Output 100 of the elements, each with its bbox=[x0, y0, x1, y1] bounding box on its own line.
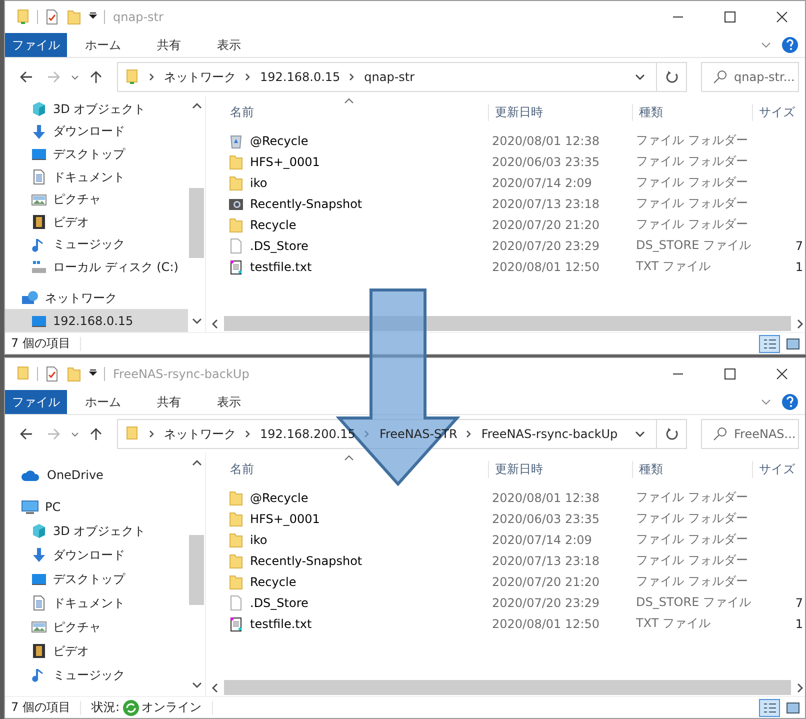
nav-item[interactable]: ビデオ bbox=[5, 639, 188, 663]
file-name[interactable]: testfile.txt bbox=[228, 258, 488, 274]
film-icon bbox=[31, 214, 47, 230]
sort-caret-icon bbox=[344, 455, 354, 461]
nav-item[interactable]: ビデオ bbox=[5, 210, 188, 234]
nav-item[interactable]: ドキュメント bbox=[5, 591, 188, 615]
folder-icon bbox=[228, 532, 244, 548]
ribbon-tab[interactable]: 共有 bbox=[143, 390, 195, 414]
column-header[interactable]: 名前 bbox=[228, 460, 488, 478]
ribbon-tab[interactable]: ファイル bbox=[5, 33, 67, 57]
search-field[interactable]: FreeNAS... bbox=[701, 419, 799, 449]
refresh-icon bbox=[664, 70, 678, 84]
file-name[interactable]: HFS+_0001 bbox=[228, 154, 488, 170]
details-view-button[interactable] bbox=[759, 334, 780, 352]
nav-item[interactable]: ダウンロード bbox=[5, 120, 188, 144]
breadcrumb[interactable]: qnap-str bbox=[364, 70, 415, 84]
file-name[interactable]: iko bbox=[228, 174, 488, 190]
nav-item[interactable]: OneDrive bbox=[5, 463, 188, 487]
window-title: FreeNAS-rsync-backUp bbox=[113, 367, 250, 381]
scrollbar-thumb[interactable] bbox=[189, 535, 204, 605]
column-header[interactable]: 更新日時 bbox=[488, 104, 632, 120]
ribbon-tab[interactable]: 表示 bbox=[203, 33, 255, 57]
search-icon bbox=[713, 427, 727, 441]
breadcrumb[interactable]: 192.168.0.15 bbox=[260, 70, 340, 84]
breadcrumb[interactable]: FreeNAS-STR bbox=[379, 427, 458, 441]
file-type: ファイル フォルダー bbox=[635, 531, 749, 548]
nav-item[interactable]: 3D オブジェクト bbox=[5, 98, 188, 121]
file-type: ファイル フォルダー bbox=[635, 195, 749, 212]
text-file-icon bbox=[228, 258, 244, 274]
file-name[interactable]: HFS+_0001 bbox=[228, 510, 488, 526]
nav-item[interactable]: ローカル ディスク (C:) bbox=[5, 256, 188, 279]
column-header[interactable]: 名前 bbox=[228, 104, 488, 120]
up-arrow-icon bbox=[89, 427, 103, 441]
file-type: TXT ファイル bbox=[635, 615, 712, 632]
column-header[interactable]: サイズ bbox=[752, 104, 805, 120]
download-icon bbox=[31, 547, 47, 563]
nav-item[interactable]: ミュージック bbox=[5, 234, 188, 256]
nav-item[interactable]: PC bbox=[5, 495, 188, 519]
nav-item[interactable]: デスクトップ bbox=[5, 143, 188, 166]
file-type: DS_STORE ファイル bbox=[635, 594, 752, 611]
ribbon-tab[interactable]: ホーム bbox=[71, 390, 135, 414]
modified-date: 2020/07/20 21:20 bbox=[491, 218, 601, 232]
search-icon bbox=[713, 70, 727, 84]
nav-item[interactable]: ネットワーク bbox=[5, 286, 188, 310]
nav-item[interactable]: ピクチャ bbox=[5, 188, 188, 211]
column-header[interactable]: 更新日時 bbox=[488, 460, 632, 478]
online-status: オンライン bbox=[142, 699, 202, 716]
chevron-down-icon bbox=[761, 399, 771, 405]
modified-date: 2020/07/13 23:18 bbox=[491, 554, 601, 568]
file-name[interactable]: .DS_Store bbox=[228, 238, 488, 254]
file-name[interactable]: @Recycle bbox=[228, 490, 488, 506]
chevron-right-icon bbox=[148, 429, 156, 439]
breadcrumb[interactable]: FreeNAS-rsync-backUp bbox=[481, 427, 618, 441]
details-view-button[interactable] bbox=[759, 698, 780, 716]
address-bar[interactable]: ネットワーク 192.168.0.15 qnap-str bbox=[117, 62, 657, 92]
ribbon-tab[interactable]: 共有 bbox=[143, 33, 195, 57]
scroll-left-icon bbox=[210, 682, 220, 694]
file-name[interactable]: testfile.txt bbox=[228, 616, 488, 632]
ribbon-tab[interactable]: ホーム bbox=[71, 33, 135, 57]
modified-date: 2020/07/14 2:09 bbox=[491, 532, 593, 546]
search-field[interactable]: qnap-str... bbox=[701, 62, 799, 92]
nav-item[interactable]: デスクトップ bbox=[5, 567, 188, 591]
refresh-button[interactable] bbox=[657, 419, 687, 449]
folder-icon bbox=[228, 552, 244, 568]
film-icon bbox=[31, 643, 47, 659]
scroll-right-icon bbox=[795, 682, 805, 694]
nav-item[interactable]: ピクチャ bbox=[5, 615, 188, 639]
file-name[interactable]: Recycle bbox=[228, 216, 488, 232]
scroll-left-icon bbox=[210, 318, 220, 330]
details-view-icon bbox=[762, 338, 776, 350]
scrollbar-thumb[interactable] bbox=[224, 680, 791, 695]
ribbon-tab[interactable]: 表示 bbox=[203, 390, 255, 414]
refresh-button[interactable] bbox=[657, 62, 687, 92]
nav-item[interactable]: ドキュメント bbox=[5, 166, 188, 188]
column-header[interactable]: サイズ bbox=[752, 460, 805, 478]
column-header[interactable]: 種類 bbox=[632, 104, 752, 120]
file-name[interactable]: Recently-Snapshot bbox=[228, 552, 488, 568]
file-name[interactable]: Recently-Snapshot bbox=[228, 196, 488, 212]
file-size: 1 bbox=[794, 260, 804, 274]
breadcrumb[interactable]: ネットワーク bbox=[164, 426, 236, 442]
file-name[interactable]: .DS_Store bbox=[228, 594, 488, 610]
ribbon-tab[interactable]: ファイル bbox=[5, 390, 67, 414]
nav-item[interactable]: 3D オブジェクト bbox=[5, 519, 188, 543]
file-type: DS_STORE ファイル bbox=[635, 237, 752, 254]
file-name[interactable]: iko bbox=[228, 532, 488, 548]
file-name[interactable]: @Recycle bbox=[228, 132, 488, 148]
picture-icon bbox=[31, 619, 47, 635]
computer-icon bbox=[21, 499, 39, 515]
caret-icon bbox=[71, 73, 79, 81]
nav-item[interactable]: ダウンロード bbox=[5, 543, 188, 567]
breadcrumb[interactable]: ネットワーク bbox=[164, 68, 236, 86]
scrollbar-thumb[interactable] bbox=[224, 316, 791, 331]
chevron-right-icon bbox=[348, 72, 356, 82]
nav-item[interactable]: ミュージック bbox=[5, 663, 188, 687]
nav-item[interactable]: 192.168.0.15 bbox=[5, 309, 188, 332]
file-type: ファイル フォルダー bbox=[635, 153, 749, 170]
file-name[interactable]: Recycle bbox=[228, 574, 488, 590]
file-type: ファイル フォルダー bbox=[635, 573, 749, 590]
scrollbar-thumb[interactable] bbox=[189, 188, 204, 258]
column-header[interactable]: 種類 bbox=[632, 460, 752, 478]
